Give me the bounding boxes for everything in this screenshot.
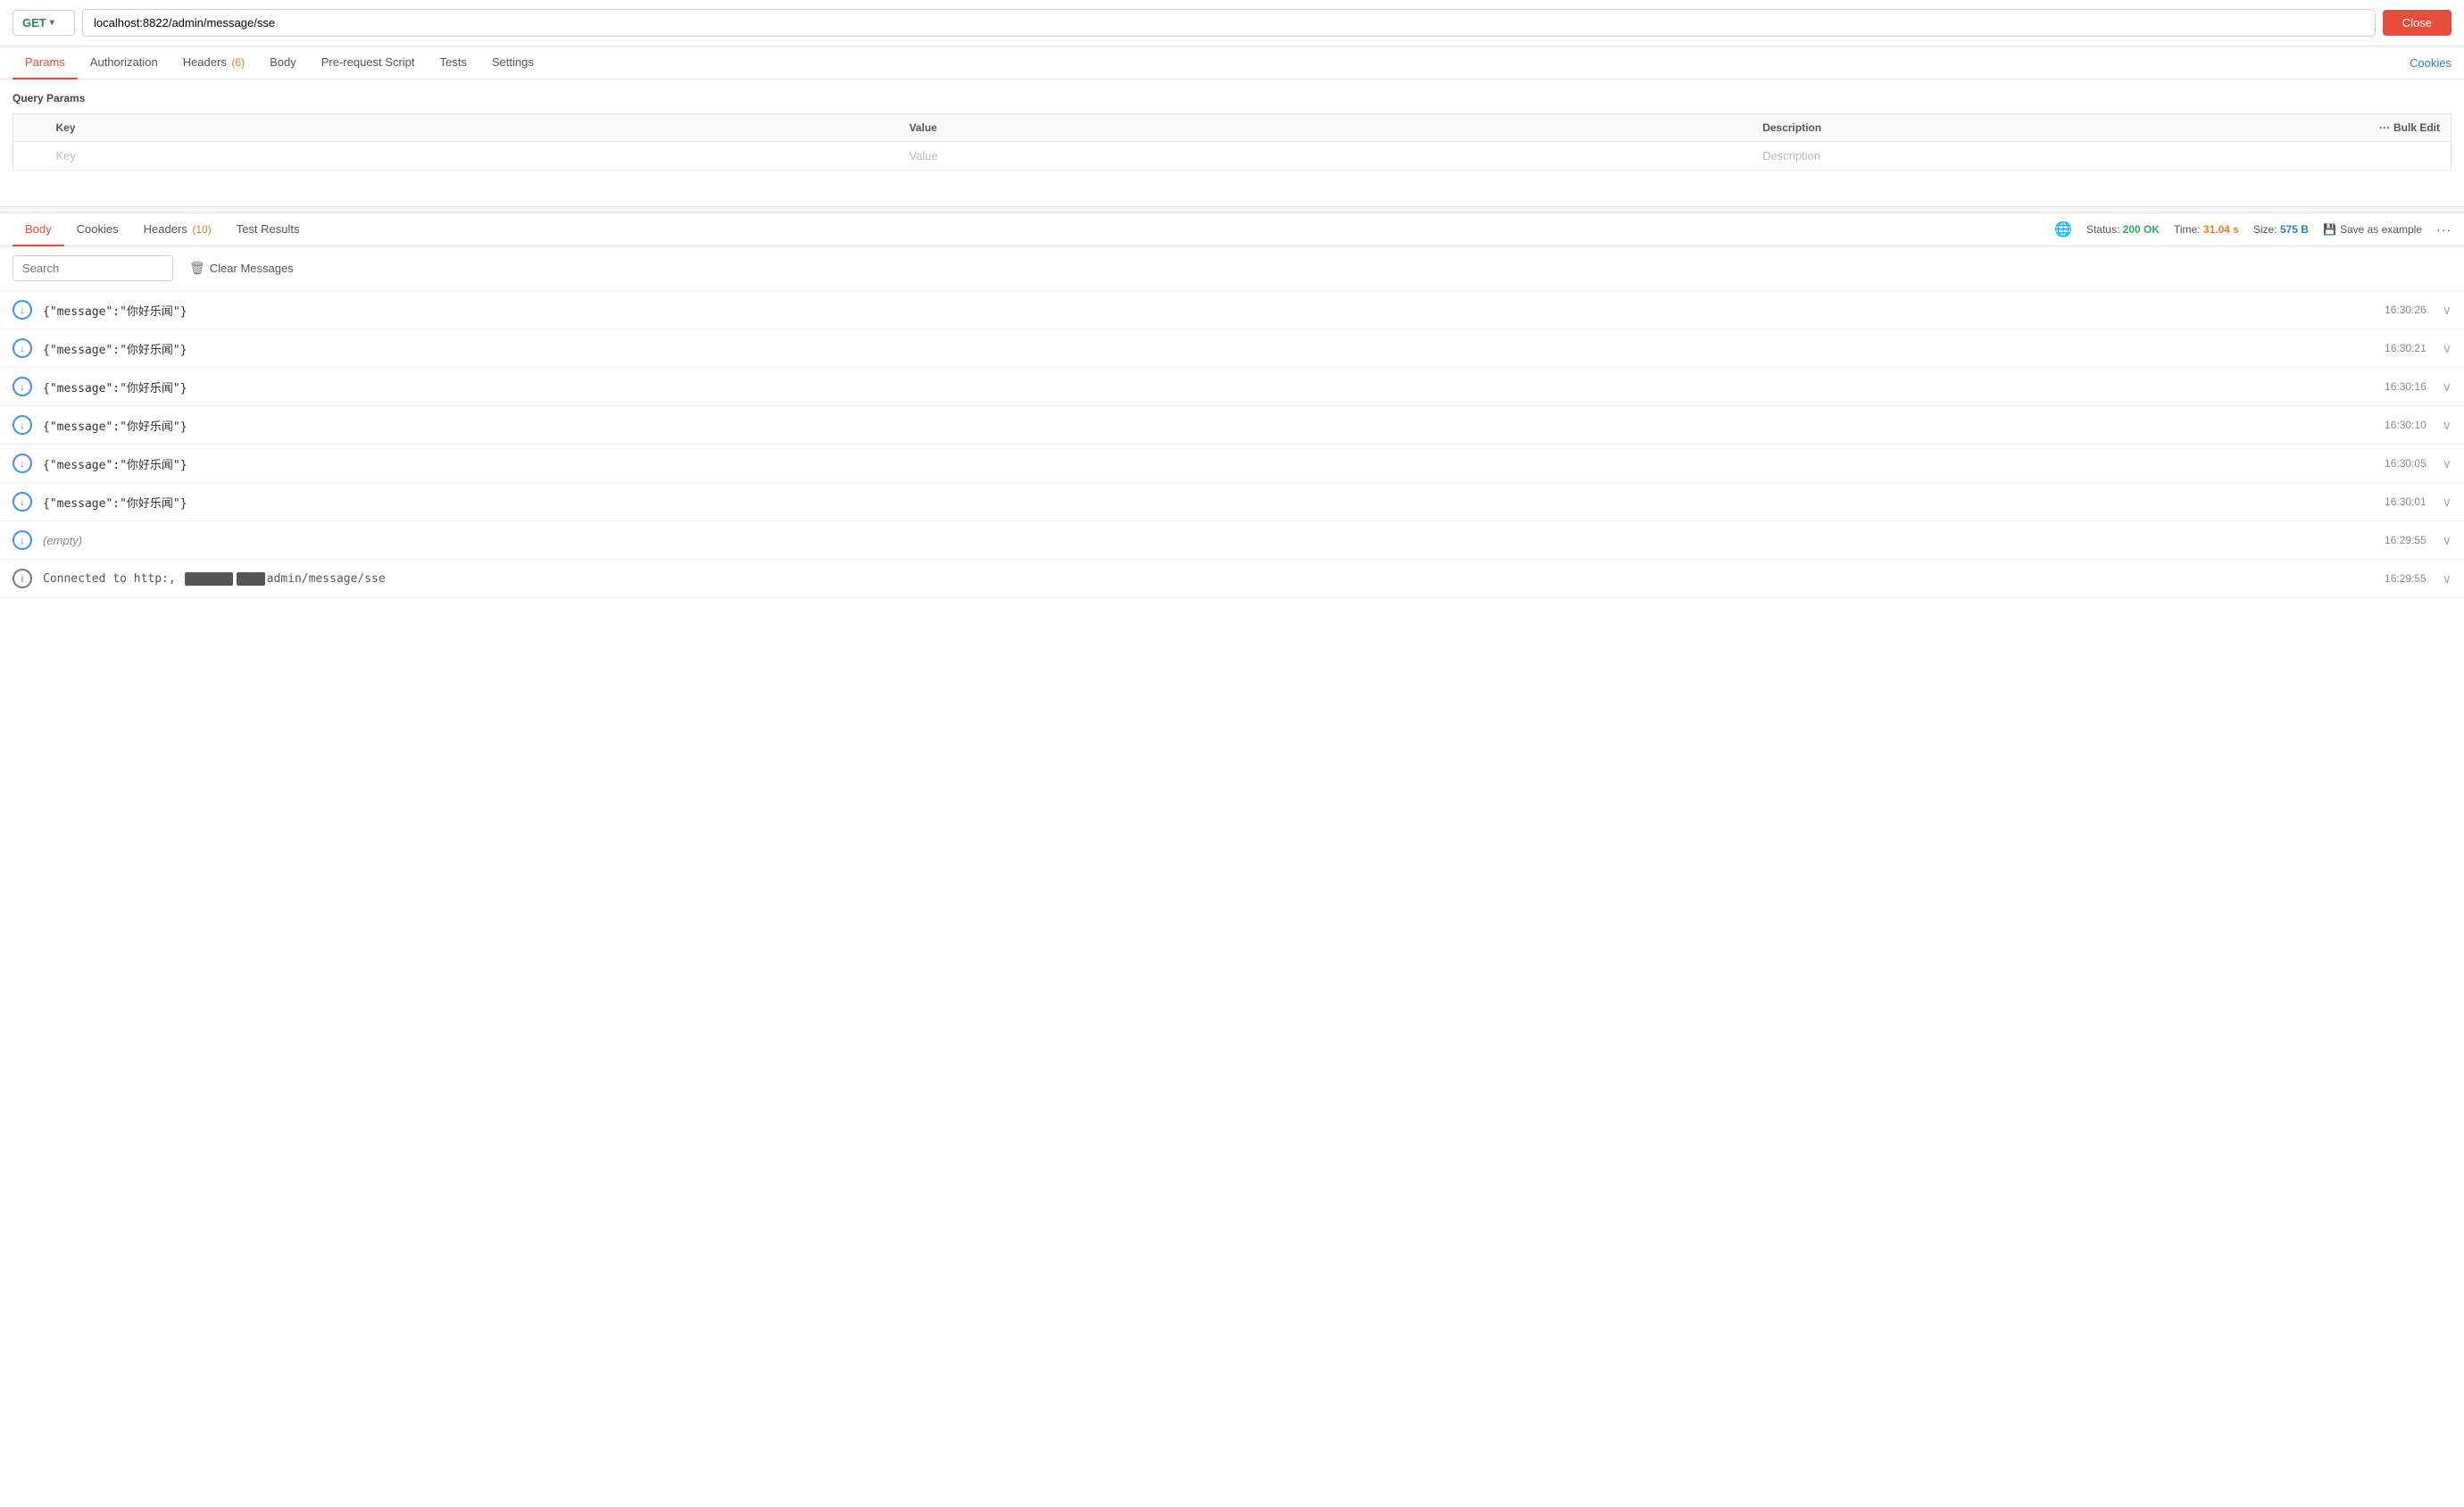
message-row[interactable]: ↓ (empty) 16:29:55 ∨ [0,521,2464,560]
resp-tab-cookies[interactable]: Cookies [64,213,131,246]
tab-tests[interactable]: Tests [428,46,479,79]
expand-icon: ∨ [2443,571,2452,587]
messages-list: ↓ {"message":"你好乐闻"} 16:30:26 ∨ ↓ {"mess… [0,291,2464,598]
message-content: Connected to http:, admin/message/sse [43,572,386,586]
message-time: 16:29:55 [2385,534,2427,546]
message-time: 16:30:21 [2385,342,2427,354]
save-example-label: Save as example [2340,223,2422,236]
expand-icon: ∨ [2443,456,2452,471]
search-input[interactable] [12,255,173,281]
message-content: {"message":"你好乐闻"} [43,302,2374,319]
down-arrow-icon: ↓ [12,530,32,550]
time-label: Time: 31.04 s [2174,223,2239,236]
response-tabs-row: Body Cookies Headers (10) Test Results 🌐… [0,213,2464,246]
table-row: Key Value Description [13,142,2452,171]
method-label: GET [22,16,46,29]
col-value-header: Value [898,114,1752,142]
globe-icon[interactable]: 🌐 [2054,221,2072,238]
value-cell[interactable]: Value [898,142,1752,171]
clear-messages-button[interactable]: 🗑 Clear Messages [182,257,301,279]
col-desc-header: Description ··· Bulk Edit [1752,114,2451,142]
message-content: {"message":"你好乐闻"} [43,455,2374,472]
message-row[interactable]: ↓ {"message":"你好乐闻"} 16:30:01 ∨ [0,483,2464,521]
message-row[interactable]: ↓ {"message":"你好乐闻"} 16:30:10 ∨ [0,406,2464,445]
desc-cell[interactable]: Description [1752,142,2451,171]
params-table: Key Value Description ··· Bulk Edit Key … [12,113,2452,171]
message-content: {"message":"你好乐闻"} [43,340,2374,357]
row-check [13,142,46,171]
more-options-button[interactable]: ··· [2436,222,2452,237]
down-arrow-icon: ↓ [12,492,32,512]
resp-tab-body[interactable]: Body [12,213,64,246]
response-meta: 🌐 Status: 200 OK Time: 31.04 s Size: 575… [2054,221,2452,238]
down-arrow-icon: ↓ [12,377,32,396]
col-key-header: Key [46,114,899,142]
tab-prerequest[interactable]: Pre-request Script [309,46,428,79]
size-value: 575 B [2280,223,2309,236]
expand-icon: ∨ [2443,495,2452,510]
ellipsis-icon: ··· [2379,121,2390,134]
url-input[interactable] [82,9,2376,37]
clear-messages-label: Clear Messages [210,262,294,275]
save-example-button[interactable]: 💾 Save as example [2323,223,2422,236]
message-row[interactable]: ↓ {"message":"你好乐闻"} 16:30:26 ∨ [0,291,2464,329]
redacted-text2 [237,572,264,586]
message-content: {"message":"你好乐闻"} [43,494,2374,511]
bulk-edit-button[interactable]: ··· Bulk Edit [2379,121,2440,134]
down-arrow-icon: ↓ [12,454,32,473]
message-time: 16:30:05 [2385,457,2427,470]
message-time: 16:30:16 [2385,380,2427,393]
resp-tab-headers[interactable]: Headers (10) [131,213,224,246]
col-check-header [13,114,46,142]
size-label: Size: 575 B [2253,223,2309,236]
info-icon: i [12,569,32,588]
message-row[interactable]: ↓ {"message":"你好乐闻"} 16:30:16 ∨ [0,368,2464,406]
resp-tab-test-results[interactable]: Test Results [224,213,312,246]
tab-params[interactable]: Params [12,46,78,79]
request-tabs: Params Authorization Headers (6) Body Pr… [0,46,2464,79]
down-arrow-icon: ↓ [12,300,32,320]
chevron-down-icon: ▾ [50,18,54,28]
time-value: 31.04 s [2203,223,2239,236]
expand-icon: ∨ [2443,341,2452,356]
bulk-edit-label: Bulk Edit [2393,121,2440,134]
message-row[interactable]: i Connected to http:, admin/message/sse … [0,560,2464,598]
key-cell[interactable]: Key [46,142,899,171]
response-tabs: Body Cookies Headers (10) Test Results [12,213,312,246]
method-selector[interactable]: GET ▾ [12,10,75,36]
redacted-text [185,572,234,586]
expand-icon: ∨ [2443,533,2452,548]
expand-icon: ∨ [2443,303,2452,318]
status-label: Status: 200 OK [2086,223,2160,236]
section-divider [0,206,2464,213]
message-content: (empty) [43,534,2374,547]
message-time: 16:30:10 [2385,419,2427,431]
close-button[interactable]: Close [2383,10,2452,36]
message-time: 16:30:01 [2385,495,2427,508]
cookies-link[interactable]: Cookies [2410,56,2452,70]
status-value: 200 OK [2123,223,2160,236]
search-bar-row: 🗑 Clear Messages [0,246,2464,291]
down-arrow-icon: ↓ [12,338,32,358]
tab-headers[interactable]: Headers (6) [171,46,257,79]
expand-icon: ∨ [2443,379,2452,395]
resp-headers-badge: (10) [192,223,211,236]
url-bar: GET ▾ Close [0,0,2464,46]
message-content: {"message":"你好乐闻"} [43,417,2374,434]
tab-body[interactable]: Body [257,46,309,79]
expand-icon: ∨ [2443,418,2452,433]
trash-icon: 🗑 [189,261,205,276]
message-time: 16:29:55 [2385,572,2427,585]
headers-badge: (6) [231,56,245,69]
message-row[interactable]: ↓ {"message":"你好乐闻"} 16:30:21 ∨ [0,329,2464,368]
tab-settings[interactable]: Settings [479,46,546,79]
save-icon: 💾 [2323,223,2336,236]
message-row[interactable]: ↓ {"message":"你好乐闻"} 16:30:05 ∨ [0,445,2464,483]
message-content: {"message":"你好乐闻"} [43,379,2374,395]
query-params-section: Query Params Key Value Description ··· B… [0,79,2464,171]
message-time: 16:30:26 [2385,304,2427,316]
query-params-title: Query Params [12,92,2452,104]
down-arrow-icon: ↓ [12,415,32,435]
tab-authorization[interactable]: Authorization [78,46,171,79]
